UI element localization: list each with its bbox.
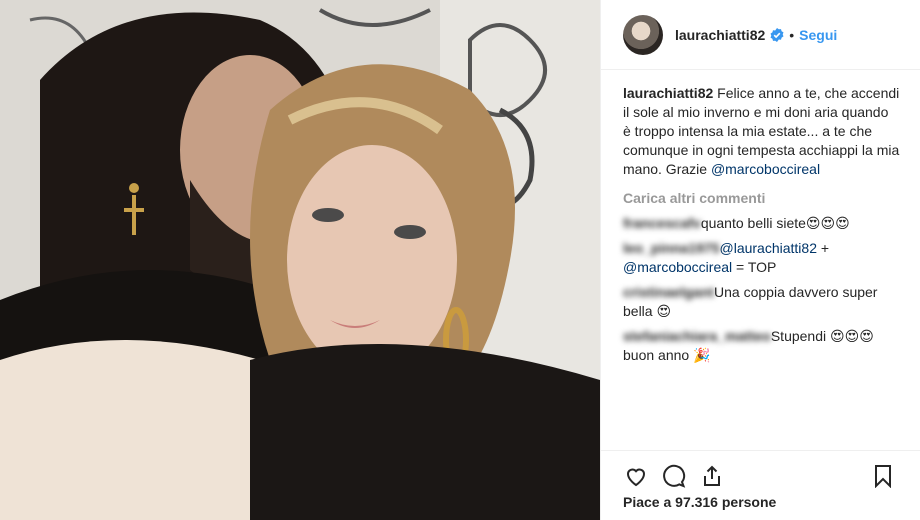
- comment-text: quanto belli siete😍😍😍: [700, 215, 850, 231]
- username-link[interactable]: laurachiatti82: [675, 27, 765, 43]
- heart-icon[interactable]: [621, 461, 651, 491]
- post-photo-image: [0, 0, 600, 520]
- comment-username[interactable]: leo_pinna1975: [623, 240, 720, 256]
- comment-username[interactable]: francescafv: [623, 215, 701, 231]
- bookmark-icon[interactable]: [868, 461, 898, 491]
- comment-username[interactable]: stefaniachiara_matteo: [623, 328, 771, 344]
- separator-dot: •: [789, 26, 795, 43]
- comments-list: laurachiatti82 Felice anno a te, che acc…: [601, 70, 920, 365]
- load-more-comments-button[interactable]: Carica altri commenti: [623, 189, 900, 208]
- comment-text: = TOP: [732, 259, 777, 275]
- comment-icon[interactable]: [659, 461, 689, 491]
- caption: laurachiatti82 Felice anno a te, che acc…: [623, 84, 900, 179]
- share-icon[interactable]: [697, 461, 727, 491]
- likes-count[interactable]: Piace a 97.316 persone: [623, 494, 776, 510]
- post-photo[interactable]: [0, 0, 600, 520]
- caption-mention[interactable]: @marcoboccireal: [711, 161, 820, 177]
- comment-item: francescafvquanto belli siete😍😍😍: [623, 214, 900, 233]
- follow-button[interactable]: Segui: [799, 27, 837, 43]
- caption-username[interactable]: laurachiatti82: [623, 85, 713, 101]
- comment-item: leo_pinna1975@laurachiatti82 + @marcoboc…: [623, 239, 900, 277]
- post-header: laurachiatti82 • Segui: [601, 0, 920, 70]
- post-actions-bar: [601, 450, 920, 494]
- comment-text: +: [817, 240, 830, 256]
- comment-mention[interactable]: @marcoboccireal: [623, 259, 732, 275]
- verified-badge-icon: [770, 27, 784, 42]
- post-side-panel: laurachiatti82 • Segui laurachiatti82 Fe…: [600, 0, 920, 520]
- avatar[interactable]: [623, 14, 663, 55]
- comment-username[interactable]: cristinaelgant: [623, 284, 714, 300]
- comment-item: stefaniachiara_matteoStupendi 😍😍😍 buon a…: [623, 327, 900, 365]
- comment-item: cristinaelgantUna coppia davvero super b…: [623, 283, 900, 321]
- comment-mention[interactable]: @laurachiatti82: [720, 240, 818, 256]
